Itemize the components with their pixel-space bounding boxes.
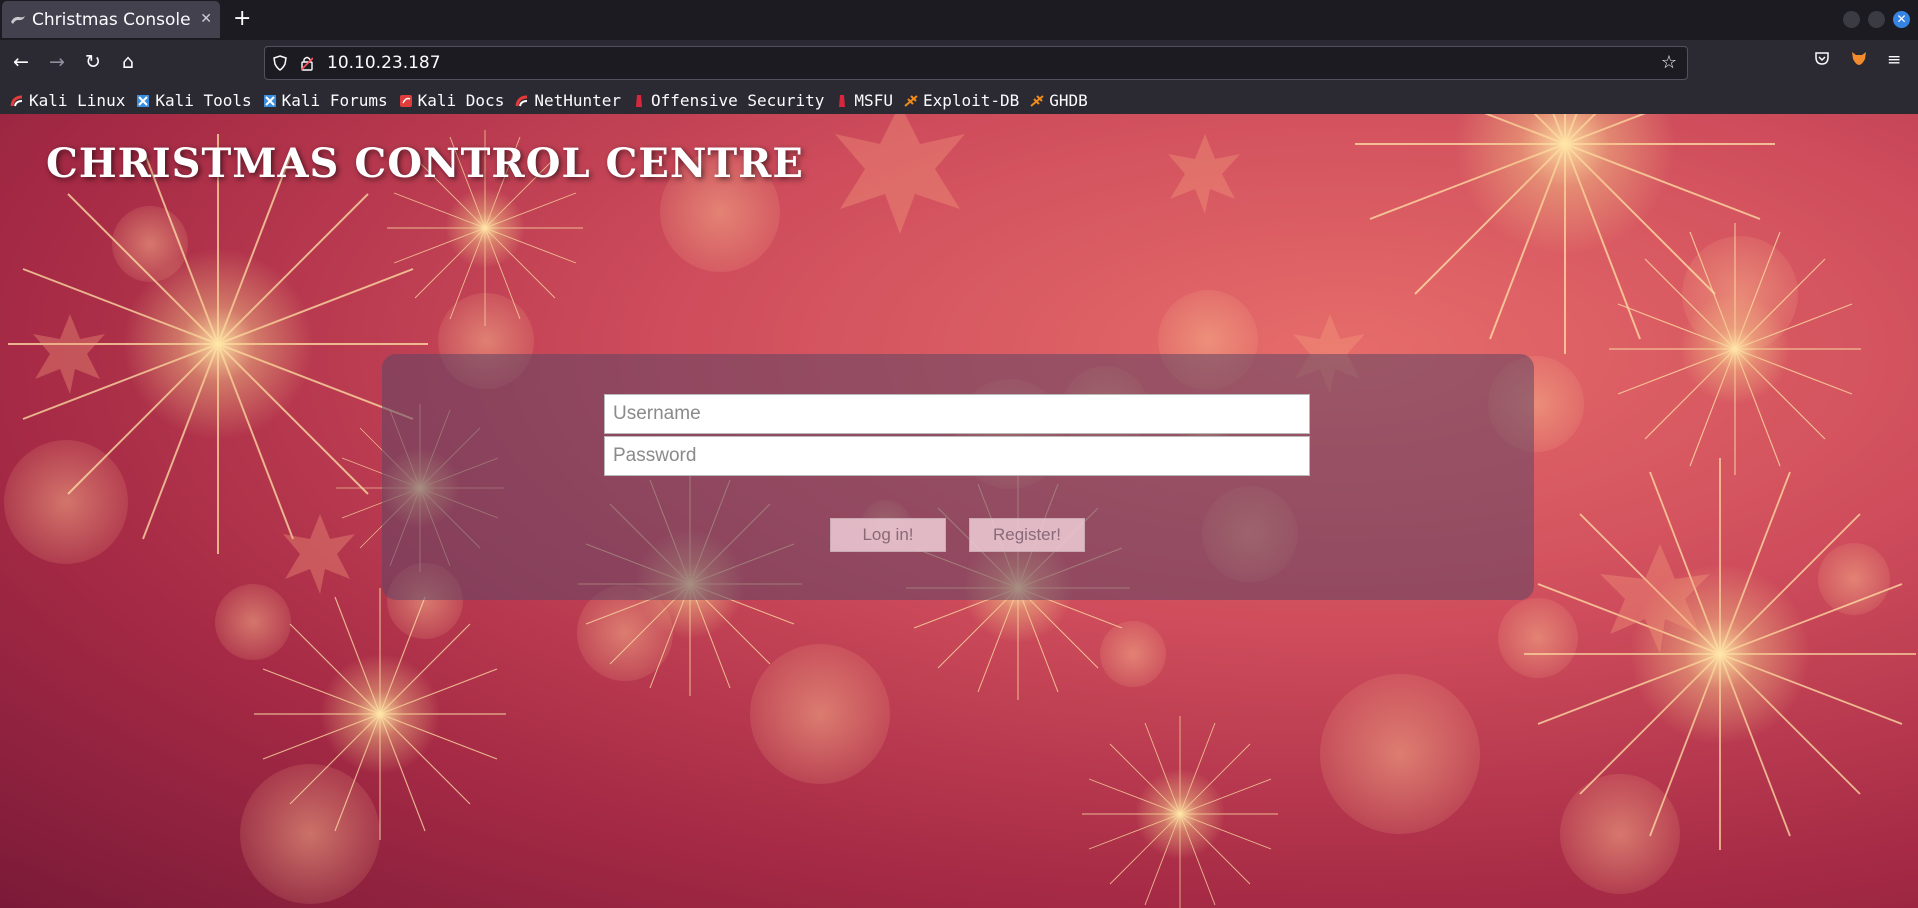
back-arrow-icon[interactable]: ← <box>9 50 33 74</box>
window-controls: ✕ <box>1843 11 1910 28</box>
home-icon[interactable]: ⌂ <box>116 50 140 74</box>
tracking-shield-icon[interactable] <box>273 55 287 75</box>
bookmarks-toolbar: Kali Linux Kali Tools Kali Forums Kali D… <box>0 86 1918 114</box>
bookmark-kali-tools[interactable]: Kali Tools <box>136 91 252 110</box>
login-button[interactable]: Log in! <box>830 518 946 552</box>
kali-icon <box>10 93 24 107</box>
tab-title: Christmas Console <box>32 9 191 30</box>
kali-tools-icon <box>136 93 150 107</box>
forward-arrow-icon[interactable]: → <box>45 50 69 74</box>
bookmark-ghdb[interactable]: GHDB <box>1030 91 1088 110</box>
minimize-icon[interactable] <box>1843 11 1860 28</box>
bookmark-star-icon[interactable]: ☆ <box>1661 52 1677 73</box>
ghdb-icon <box>1030 93 1044 107</box>
browser-tab[interactable]: Christmas Console ✕ <box>2 1 220 38</box>
maximize-icon[interactable] <box>1868 11 1885 28</box>
bookmark-exploit-db[interactable]: Exploit-DB <box>904 91 1019 110</box>
register-button[interactable]: Register! <box>969 518 1085 552</box>
page-title: CHRISTMAS CONTROL CENTRE <box>46 140 804 187</box>
window-close-icon[interactable]: ✕ <box>1893 11 1910 28</box>
login-panel: Log in! Register! <box>382 354 1534 600</box>
navigation-bar: ← → ↻ ⌂ 10.10.23.187 ☆ ≡ <box>0 40 1918 86</box>
insecure-lock-icon[interactable] <box>300 55 314 75</box>
new-tab-icon[interactable]: + <box>233 6 251 31</box>
username-input[interactable] <box>604 394 1310 434</box>
bookmark-kali-docs[interactable]: Kali Docs <box>399 91 504 110</box>
address-bar[interactable]: 10.10.23.187 ☆ <box>264 46 1688 80</box>
nethunter-icon <box>515 93 529 107</box>
exploitdb-icon <box>904 93 918 107</box>
kali-dragon-icon <box>10 12 26 28</box>
bookmark-msfu[interactable]: MSFU <box>835 91 893 110</box>
reload-icon[interactable]: ↻ <box>81 50 105 74</box>
password-input[interactable] <box>604 436 1310 476</box>
bookmark-kali-linux[interactable]: Kali Linux <box>10 91 125 110</box>
kali-docs-icon <box>399 93 413 107</box>
tab-strip: Christmas Console ✕ + ✕ <box>0 0 1918 40</box>
msfu-icon <box>835 93 849 107</box>
pocket-icon[interactable] <box>1814 50 1830 71</box>
extension-fox-icon[interactable] <box>1850 50 1868 71</box>
bookmark-kali-forums[interactable]: Kali Forums <box>263 91 388 110</box>
bookmark-offensive-security[interactable]: Offensive Security <box>632 91 824 110</box>
tab-close-icon[interactable]: ✕ <box>200 11 212 27</box>
kali-forums-icon <box>263 93 277 107</box>
offsec-icon <box>632 93 646 107</box>
page-content: CHRISTMAS CONTROL CENTRE Log in! Registe… <box>0 114 1918 908</box>
bookmark-nethunter[interactable]: NetHunter <box>515 91 621 110</box>
url-text: 10.10.23.187 <box>327 53 441 73</box>
menu-hamburger-icon[interactable]: ≡ <box>1887 50 1901 70</box>
